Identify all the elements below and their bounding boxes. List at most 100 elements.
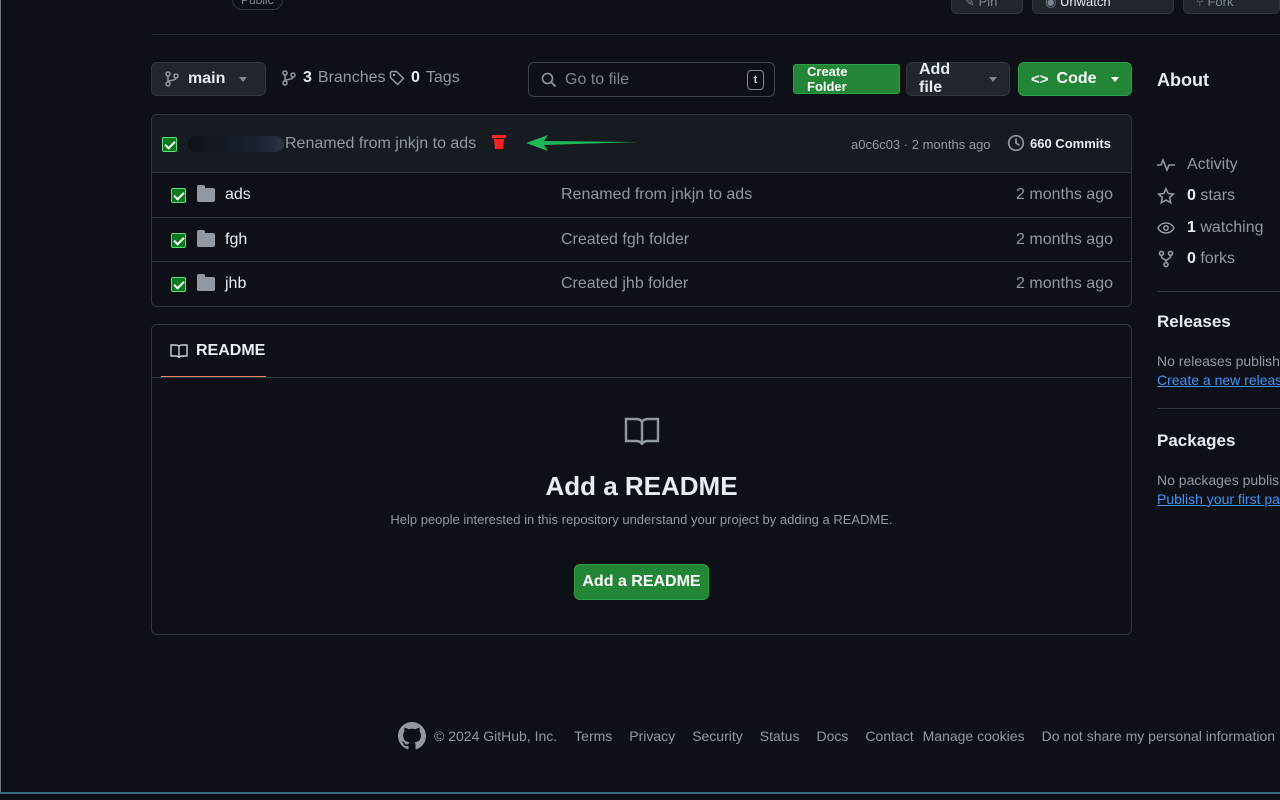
readme-book-icon-wrap — [152, 415, 1131, 450]
branch-icon — [165, 71, 179, 87]
commit-age: 2 months ago — [911, 137, 991, 152]
unwatch-button[interactable]: ◉ Unwatch — [1032, 0, 1174, 14]
branches-label: Branches — [317, 69, 386, 86]
file-row[interactable]: jhb Created jhb folder 2 months ago — [152, 262, 1131, 306]
file-checkbox[interactable] — [171, 232, 186, 248]
folder-icon — [197, 274, 215, 291]
releases-heading[interactable]: Releases — [1157, 312, 1231, 332]
branches-count: 3 — [303, 69, 312, 86]
search-placeholder: Go to file — [565, 70, 630, 88]
branch-name: main — [188, 70, 226, 87]
commits-count: 660 Commits — [1030, 135, 1111, 151]
file-commit-message[interactable]: Created fgh folder — [561, 231, 689, 249]
file-table: Renamed from jnkjn to ads a0c6c03 · 2 mo… — [151, 114, 1132, 307]
commit-meta: a0c6c03 · 2 months ago — [851, 137, 991, 152]
footer-link-privacy[interactable]: Privacy — [629, 728, 675, 744]
fork-icon: ⑂ — [1196, 0, 1204, 9]
publish-package-link[interactable]: Publish your first package — [1157, 491, 1280, 507]
chevron-down-icon — [239, 76, 248, 82]
file-name[interactable]: jhb — [225, 275, 246, 293]
footer-link-security[interactable]: Security — [692, 728, 743, 744]
github-logo-icon[interactable] — [398, 722, 426, 750]
branch-select-button[interactable]: main — [151, 62, 266, 96]
readme-description: Help people interested in this repositor… — [390, 512, 893, 527]
latest-commit-bar: Renamed from jnkjn to ads a0c6c03 · 2 mo… — [152, 115, 1131, 173]
book-icon — [624, 417, 659, 446]
create-folder-button[interactable]: Create Folder — [793, 64, 900, 94]
tag-icon — [389, 70, 405, 86]
tags-count: 0 — [411, 69, 420, 86]
about-heading: About — [1157, 70, 1209, 90]
add-readme-button[interactable]: Add a README — [574, 564, 709, 600]
arrow-left-icon — [526, 135, 638, 151]
visibility-badge: Public — [232, 0, 283, 10]
footer: © 2024 GitHub, Inc. Terms Privacy Securi… — [398, 722, 1275, 750]
stars-link[interactable]: 0 stars — [1157, 187, 1235, 205]
activity-label: Activity — [1187, 156, 1238, 173]
footer-link-do-not-share[interactable]: Do not share my personal information — [1042, 728, 1275, 744]
chevron-down-icon — [989, 76, 997, 82]
stars-count: 0 — [1187, 187, 1196, 204]
file-age: 2 months ago — [1016, 230, 1113, 248]
sidebar-divider — [1157, 408, 1280, 409]
search-shortcut-key: t — [747, 69, 764, 90]
packages-heading[interactable]: Packages — [1157, 431, 1235, 451]
file-name[interactable]: fgh — [225, 231, 247, 249]
pin-icon: ✎ — [964, 0, 975, 9]
file-row[interactable]: ads Renamed from jnkjn to ads 2 months a… — [152, 173, 1131, 218]
go-to-file-input[interactable]: Go to file t — [528, 62, 775, 97]
fork-icon — [1158, 250, 1174, 268]
readme-heading: Add a README — [545, 471, 738, 501]
tab-readme[interactable]: README — [161, 325, 266, 378]
file-row[interactable]: fgh Created fgh folder 2 months ago — [152, 218, 1131, 262]
pin-button[interactable]: ✎ Pin — [951, 0, 1023, 14]
footer-link-manage-cookies[interactable]: Manage cookies — [923, 728, 1025, 744]
history-icon — [1007, 134, 1025, 152]
author-avatar-blurred — [188, 136, 284, 152]
code-button[interactable]: <> Code — [1018, 62, 1132, 96]
forks-count: 0 — [1187, 250, 1196, 267]
star-icon — [1157, 187, 1175, 205]
chevron-down-icon — [1110, 76, 1119, 82]
fork-button[interactable]: ⑂ Fork — [1183, 0, 1280, 14]
create-release-link[interactable]: Create a new release — [1157, 372, 1280, 388]
forks-link[interactable]: 0 forks — [1157, 250, 1235, 268]
commits-link[interactable]: 660 Commits — [1007, 134, 1111, 152]
code-icon: <> — [1031, 70, 1049, 88]
pulse-icon — [1157, 157, 1175, 173]
footer-link-contact[interactable]: Contact — [865, 728, 913, 744]
add-file-label: Add file — [919, 61, 951, 96]
forks-label: forks — [1200, 250, 1236, 267]
code-label: Code — [1056, 70, 1097, 87]
pin-label: Pin — [978, 0, 998, 9]
branches-link[interactable]: 3 Branches — [281, 69, 386, 87]
file-age: 2 months ago — [1016, 275, 1113, 292]
footer-link-status[interactable]: Status — [760, 728, 800, 744]
watching-label: watching — [1200, 219, 1264, 236]
footer-link-docs[interactable]: Docs — [816, 728, 848, 744]
footer-copyright: © 2024 GitHub, Inc. — [434, 728, 558, 744]
header-divider — [152, 34, 1280, 35]
readme-panel: README Add a README Help people interest… — [151, 324, 1132, 635]
select-all-checkbox[interactable] — [162, 137, 177, 152]
file-age: 2 months ago — [1016, 186, 1113, 203]
commit-hash[interactable]: a0c6c03 — [851, 137, 900, 152]
watching-link[interactable]: 1 watching — [1157, 219, 1264, 237]
footer-link-terms[interactable]: Terms — [574, 728, 612, 744]
file-name[interactable]: ads — [225, 186, 251, 204]
file-checkbox[interactable] — [171, 277, 186, 292]
add-file-button[interactable]: Add file — [906, 61, 1010, 96]
trash-icon[interactable] — [492, 134, 506, 150]
window-frame-bottom — [0, 792, 1280, 800]
file-commit-message[interactable]: Renamed from jnkjn to ads — [561, 186, 752, 204]
activity-link[interactable]: Activity — [1157, 156, 1238, 174]
tags-link[interactable]: 0 Tags — [389, 69, 460, 87]
folder-icon — [197, 185, 215, 202]
stars-label: stars — [1200, 187, 1236, 204]
file-checkbox[interactable] — [171, 188, 186, 203]
latest-commit-message[interactable]: Renamed from jnkjn to ads — [285, 135, 476, 153]
file-commit-message[interactable]: Created jhb folder — [561, 275, 688, 293]
readme-divider — [152, 377, 1131, 378]
window-frame-left — [0, 0, 1, 800]
watching-count: 1 — [1187, 219, 1196, 236]
